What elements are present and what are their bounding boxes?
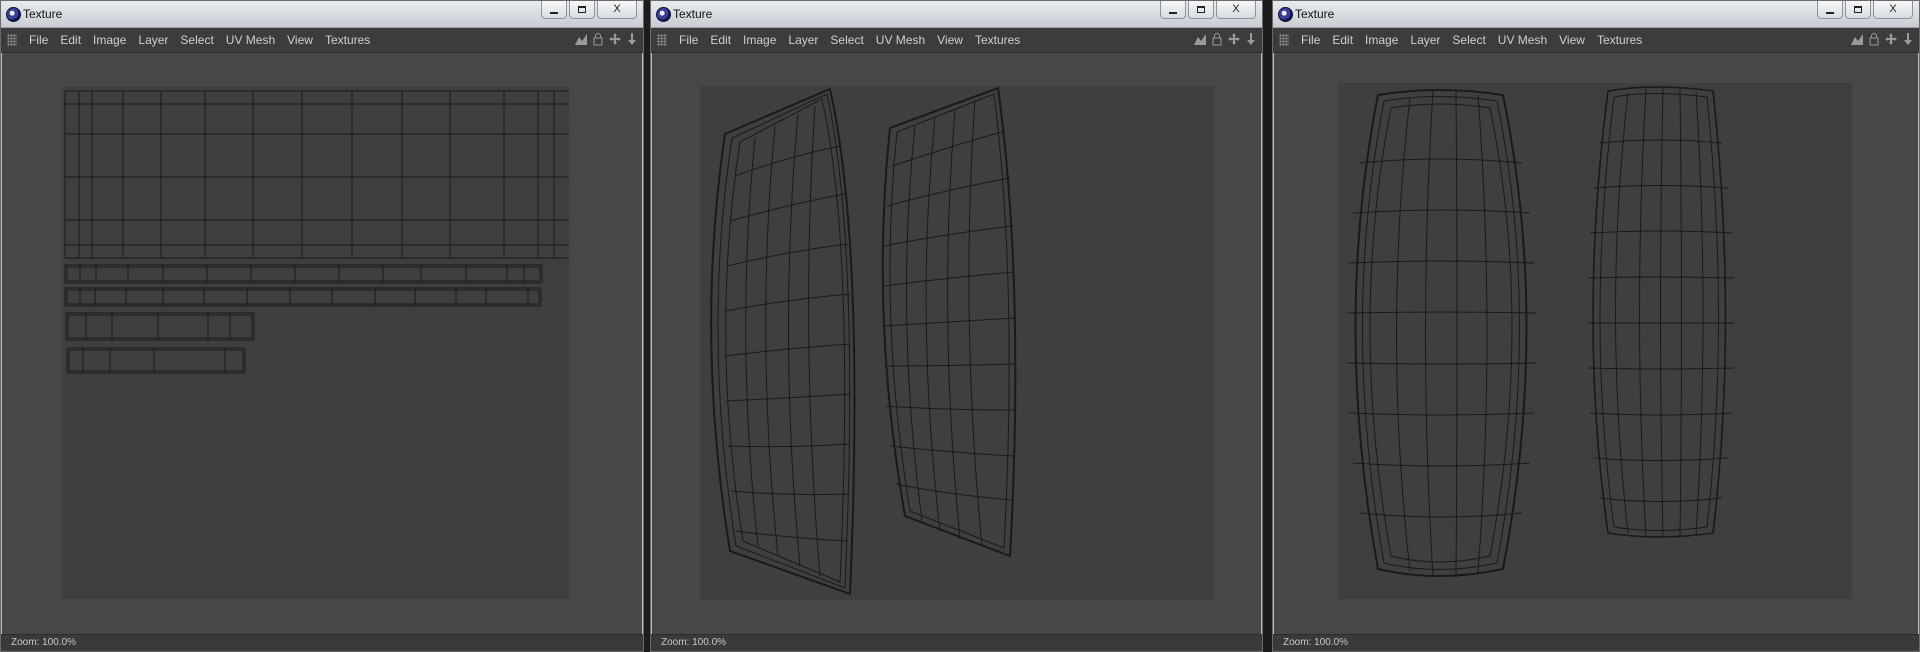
zoom-status: Zoom: 100.0% xyxy=(11,637,77,648)
menu-bar: File Edit Image Layer Select UV Mesh Vie… xyxy=(1273,28,1919,53)
zoom-status: Zoom: 100.0% xyxy=(661,637,727,648)
menu-bar: File Edit Image Layer Select UV Mesh Vie… xyxy=(651,28,1262,53)
menu-textures[interactable]: Textures xyxy=(969,33,1026,47)
uv-viewport[interactable] xyxy=(652,53,1261,635)
menu-file[interactable]: File xyxy=(1295,33,1326,47)
minimize-icon xyxy=(550,11,558,14)
texture-canvas[interactable] xyxy=(700,86,1214,600)
status-bar: Zoom: 100.0% xyxy=(1273,634,1919,651)
window-title: Texture xyxy=(1295,7,1335,21)
maximize-icon xyxy=(1854,6,1862,13)
maximize-button[interactable] xyxy=(569,1,595,19)
move-icon[interactable] xyxy=(608,32,622,46)
lock-icon[interactable] xyxy=(1210,32,1224,46)
minimize-button[interactable] xyxy=(1160,1,1186,19)
texture-window-1: Texture X File Edit Image Layer Select U… xyxy=(0,0,644,652)
move-icon[interactable] xyxy=(1884,32,1898,46)
close-button[interactable]: X xyxy=(1216,1,1256,19)
menu-image[interactable]: Image xyxy=(87,33,132,47)
minimize-button[interactable] xyxy=(541,1,567,19)
close-icon: X xyxy=(1232,3,1240,15)
lock-icon[interactable] xyxy=(591,32,605,46)
menu-select[interactable]: Select xyxy=(174,33,219,47)
download-icon[interactable] xyxy=(1244,32,1258,46)
status-bar: Zoom: 100.0% xyxy=(1,634,643,651)
uv-viewport[interactable] xyxy=(1274,53,1918,635)
menu-grip-icon[interactable] xyxy=(1279,34,1289,46)
maximize-button[interactable] xyxy=(1188,1,1214,19)
minimize-icon xyxy=(1826,11,1834,14)
title-bar[interactable]: Texture X xyxy=(651,1,1262,28)
menu-image[interactable]: Image xyxy=(1359,33,1404,47)
menu-textures[interactable]: Textures xyxy=(319,33,376,47)
window-title: Texture xyxy=(23,7,63,21)
minimize-icon xyxy=(1169,11,1177,14)
menu-view[interactable]: View xyxy=(931,33,969,47)
title-bar[interactable]: Texture X xyxy=(1273,1,1919,28)
histogram-icon[interactable] xyxy=(574,32,588,46)
zoom-status: Zoom: 100.0% xyxy=(1283,637,1349,648)
texture-canvas[interactable] xyxy=(62,87,569,599)
title-bar[interactable]: Texture X xyxy=(1,1,643,28)
cinema4d-app-icon xyxy=(656,7,671,22)
lock-icon[interactable] xyxy=(1867,32,1881,46)
uv-wireframe-barrel-shells xyxy=(1346,86,1735,578)
menu-select[interactable]: Select xyxy=(824,33,869,47)
download-icon[interactable] xyxy=(625,32,639,46)
menu-file[interactable]: File xyxy=(23,33,54,47)
histogram-icon[interactable] xyxy=(1193,32,1207,46)
menu-uv-mesh[interactable]: UV Mesh xyxy=(870,33,931,47)
menu-view[interactable]: View xyxy=(1553,33,1591,47)
menu-uv-mesh[interactable]: UV Mesh xyxy=(220,33,281,47)
close-icon: X xyxy=(1889,3,1897,15)
cinema4d-app-icon xyxy=(6,7,21,22)
uv-viewport[interactable] xyxy=(2,53,642,635)
menu-layer[interactable]: Layer xyxy=(782,33,824,47)
menu-image[interactable]: Image xyxy=(737,33,782,47)
move-icon[interactable] xyxy=(1227,32,1241,46)
menu-grip-icon[interactable] xyxy=(657,34,667,46)
cinema4d-app-icon xyxy=(1278,7,1293,22)
texture-window-2: Texture X File Edit Image Layer Select U… xyxy=(650,0,1263,652)
close-button[interactable]: X xyxy=(1873,1,1913,19)
close-button[interactable]: X xyxy=(597,1,637,19)
menu-layer[interactable]: Layer xyxy=(132,33,174,47)
menu-view[interactable]: View xyxy=(281,33,319,47)
minimize-button[interactable] xyxy=(1817,1,1843,19)
menu-select[interactable]: Select xyxy=(1446,33,1491,47)
maximize-icon xyxy=(578,6,586,13)
texture-canvas[interactable] xyxy=(1338,83,1852,599)
window-title: Texture xyxy=(673,7,713,21)
menu-file[interactable]: File xyxy=(673,33,704,47)
menu-uv-mesh[interactable]: UV Mesh xyxy=(1492,33,1553,47)
maximize-icon xyxy=(1197,6,1205,13)
status-bar: Zoom: 100.0% xyxy=(651,634,1262,651)
menu-layer[interactable]: Layer xyxy=(1404,33,1446,47)
maximize-button[interactable] xyxy=(1845,1,1871,19)
uv-wireframe-skewed-shells xyxy=(710,86,1017,596)
menu-grip-icon[interactable] xyxy=(7,34,17,46)
download-icon[interactable] xyxy=(1901,32,1915,46)
menu-bar: File Edit Image Layer Select UV Mesh Vie… xyxy=(1,28,643,53)
texture-window-3: Texture X File Edit Image Layer Select U… xyxy=(1272,0,1920,652)
uv-wireframe-strips xyxy=(64,90,569,374)
histogram-icon[interactable] xyxy=(1850,32,1864,46)
menu-textures[interactable]: Textures xyxy=(1591,33,1648,47)
close-icon: X xyxy=(613,3,621,15)
menu-edit[interactable]: Edit xyxy=(704,33,737,47)
menu-edit[interactable]: Edit xyxy=(54,33,87,47)
menu-edit[interactable]: Edit xyxy=(1326,33,1359,47)
